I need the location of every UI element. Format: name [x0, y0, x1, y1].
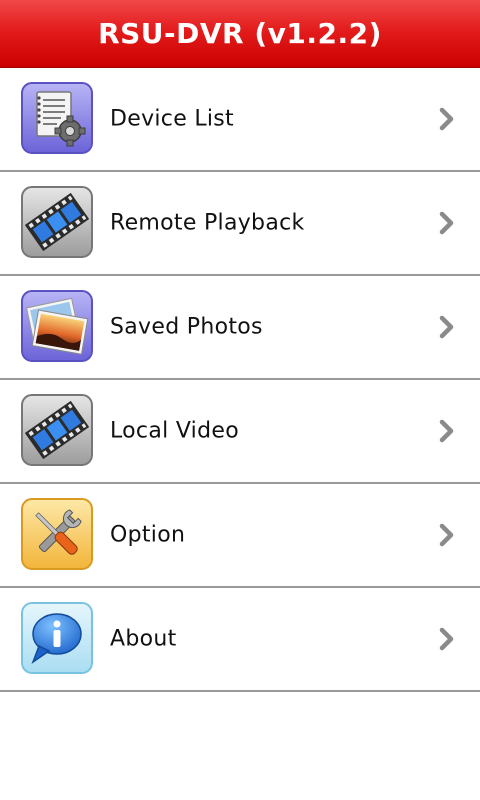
menu-item-label: Saved Photos [110, 314, 263, 340]
menu-item-label: Option [110, 522, 186, 548]
film-icon [21, 394, 93, 466]
chevron-right-icon [439, 419, 454, 443]
chevron-right-icon [439, 523, 454, 547]
menu-item-label: Device List [110, 106, 234, 132]
menu-item-about[interactable]: About [0, 588, 480, 692]
chevron-right-icon [439, 211, 454, 235]
chevron-right-icon [439, 107, 454, 131]
menu-item-label: Local Video [110, 418, 239, 444]
device-list-icon [21, 82, 93, 154]
photos-icon [21, 290, 93, 362]
menu-item-option[interactable]: Option [0, 484, 480, 588]
film-icon [21, 186, 93, 258]
menu-item-device-list[interactable]: Device List [0, 68, 480, 172]
menu-item-local-video[interactable]: Local Video [0, 380, 480, 484]
menu-item-label: Remote Playback [110, 210, 305, 236]
menu-item-saved-photos[interactable]: Saved Photos [0, 276, 480, 380]
title-bar: RSU-DVR (v1.2.2) [0, 0, 480, 68]
app-title: RSU-DVR (v1.2.2) [98, 17, 382, 50]
info-icon [21, 602, 93, 674]
menu-item-remote-playback[interactable]: Remote Playback [0, 172, 480, 276]
tools-icon [21, 498, 93, 570]
chevron-right-icon [439, 315, 454, 339]
main-menu: Device List Remote Playback Saved Photos… [0, 68, 480, 692]
menu-item-label: About [110, 626, 177, 652]
chevron-right-icon [439, 627, 454, 651]
